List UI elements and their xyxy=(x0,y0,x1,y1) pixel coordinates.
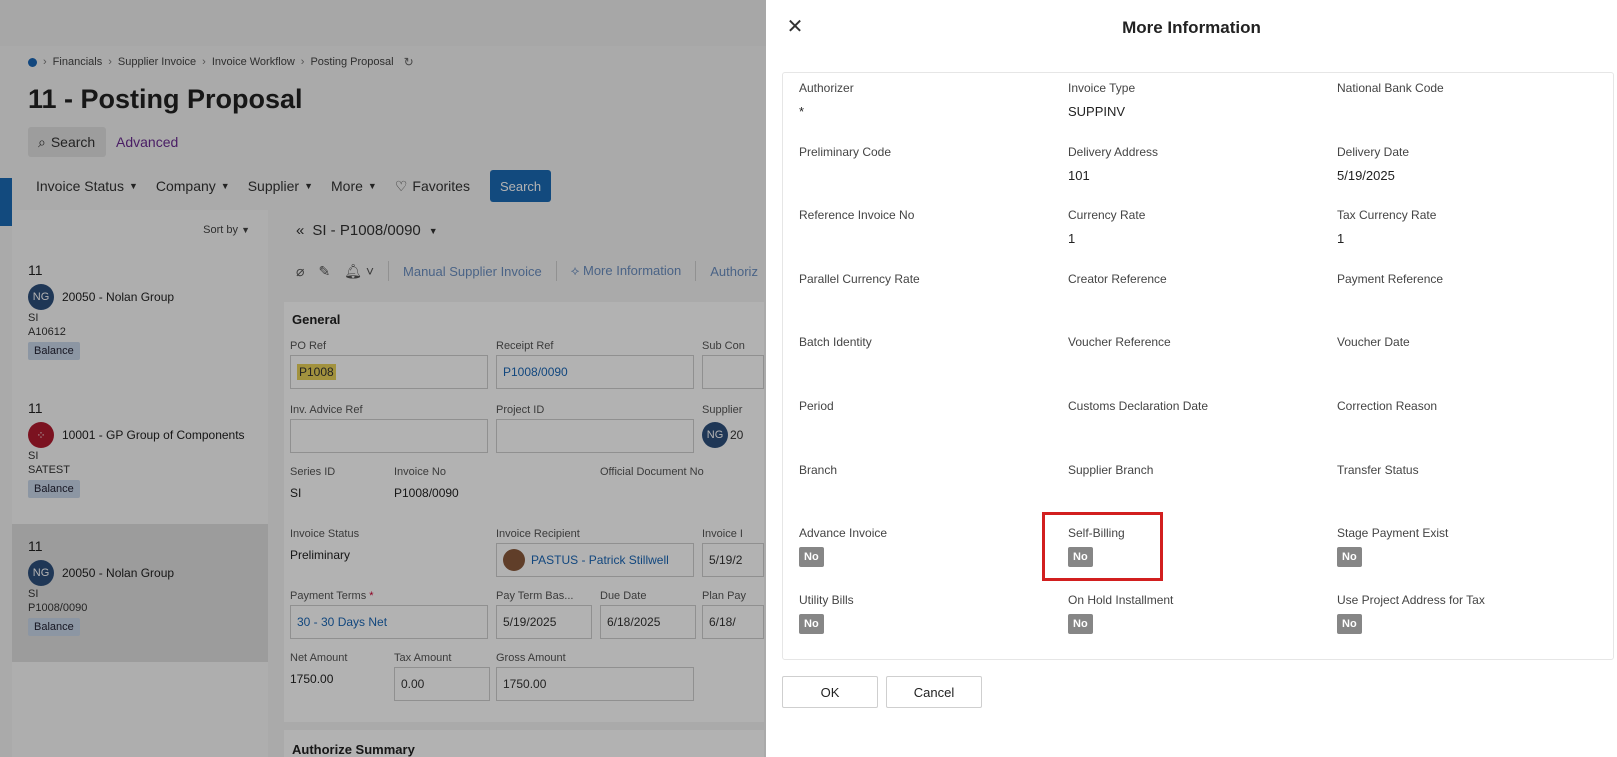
advance-invoice-field: Advance Invoice No xyxy=(799,526,1039,567)
use-project-address-badge: No xyxy=(1337,614,1362,634)
dialog-title: More Information xyxy=(1122,18,1261,37)
use-project-address-field: Use Project Address for Tax No xyxy=(1337,593,1577,634)
field-value: 1 xyxy=(1337,231,1345,246)
invoice-type-field: Invoice Type SUPPINV xyxy=(1068,81,1308,120)
cancel-button[interactable]: Cancel xyxy=(886,676,982,708)
voucher-reference-field: Voucher Reference xyxy=(1068,335,1308,374)
field-label: Advance Invoice xyxy=(799,526,888,540)
field-label: Voucher Reference xyxy=(1068,335,1171,349)
field-value xyxy=(799,231,1039,247)
field-label: Payment Reference xyxy=(1337,272,1444,286)
field-label: Utility Bills xyxy=(799,593,854,607)
field-label: Voucher Date xyxy=(1337,335,1410,349)
on-hold-installment-field: On Hold Installment No xyxy=(1068,593,1308,634)
field-label: Customs Declaration Date xyxy=(1068,399,1209,413)
self-billing-highlight-frame xyxy=(1042,512,1163,581)
ok-button[interactable]: OK xyxy=(782,676,878,708)
field-label: Stage Payment Exist xyxy=(1337,526,1449,540)
payment-reference-field: Payment Reference xyxy=(1337,272,1577,311)
field-value: * xyxy=(799,104,805,119)
field-label: Reference Invoice No xyxy=(799,208,915,222)
transfer-status-field: Transfer Status xyxy=(1337,463,1577,502)
field-label: On Hold Installment xyxy=(1068,593,1174,607)
field-value xyxy=(1337,422,1577,438)
authorizer-field: Authorizer * xyxy=(799,81,1039,120)
national-bank-code-field: National Bank Code xyxy=(1337,81,1577,120)
currency-rate-field: Currency Rate 1 xyxy=(1068,208,1308,247)
field-label: Use Project Address for Tax xyxy=(1337,593,1485,607)
field-value xyxy=(799,295,1039,311)
field-label: Parallel Currency Rate xyxy=(799,272,920,286)
field-value xyxy=(799,486,1039,502)
field-value: 5/19/2025 xyxy=(1337,168,1395,183)
field-value xyxy=(799,422,1039,438)
field-value: 1 xyxy=(1068,231,1076,246)
creator-reference-field: Creator Reference xyxy=(1068,272,1308,311)
field-label: Supplier Branch xyxy=(1068,463,1154,477)
stage-payment-exist-badge: No xyxy=(1337,547,1362,567)
more-information-dialog: ✕ More Information Authorizer * Invoice T… xyxy=(766,0,1617,757)
supplier-branch-field: Supplier Branch xyxy=(1068,463,1308,502)
on-hold-installment-badge: No xyxy=(1068,614,1093,634)
customs-declaration-date-field: Customs Declaration Date xyxy=(1068,399,1308,438)
branch-field: Branch xyxy=(799,463,1039,502)
stage-payment-exist-field: Stage Payment Exist No xyxy=(1337,526,1577,567)
field-value: SUPPINV xyxy=(1068,104,1126,119)
field-label: National Bank Code xyxy=(1337,81,1444,95)
field-label: Correction Reason xyxy=(1337,399,1438,413)
field-label: Transfer Status xyxy=(1337,463,1419,477)
field-label: Branch xyxy=(799,463,838,477)
field-label: Preliminary Code xyxy=(799,145,892,159)
field-label: Delivery Address xyxy=(1068,145,1159,159)
info-card: Authorizer * Invoice Type SUPPINV National… xyxy=(782,72,1614,660)
field-value xyxy=(1068,486,1308,502)
field-value xyxy=(1068,422,1308,438)
delivery-address-field: Delivery Address 101 xyxy=(1068,145,1308,184)
correction-reason-field: Correction Reason xyxy=(1337,399,1577,438)
field-label: Delivery Date xyxy=(1337,145,1410,159)
field-label: Creator Reference xyxy=(1068,272,1167,286)
preliminary-code-field: Preliminary Code xyxy=(799,145,1039,184)
field-value xyxy=(1337,295,1577,311)
parallel-currency-rate-field: Parallel Currency Rate xyxy=(799,272,1039,311)
field-label: Tax Currency Rate xyxy=(1337,208,1437,222)
field-value xyxy=(1337,104,1577,120)
period-field: Period xyxy=(799,399,1039,438)
field-value xyxy=(1337,358,1577,374)
field-label: Invoice Type xyxy=(1068,81,1136,95)
delivery-date-field: Delivery Date 5/19/2025 xyxy=(1337,145,1577,184)
field-value xyxy=(1068,295,1308,311)
field-value xyxy=(1068,358,1308,374)
voucher-date-field: Voucher Date xyxy=(1337,335,1577,374)
field-label: Currency Rate xyxy=(1068,208,1146,222)
field-value xyxy=(1337,486,1577,502)
field-label: Period xyxy=(799,399,834,413)
advance-invoice-badge: No xyxy=(799,547,824,567)
reference-invoice-no-field: Reference Invoice No xyxy=(799,208,1039,247)
field-value xyxy=(799,358,1039,374)
utility-bills-field: Utility Bills No xyxy=(799,593,1039,634)
tax-currency-rate-field: Tax Currency Rate 1 xyxy=(1337,208,1577,247)
field-value xyxy=(799,168,1039,184)
utility-bills-badge: No xyxy=(799,614,824,634)
batch-identity-field: Batch Identity xyxy=(799,335,1039,374)
field-value: 101 xyxy=(1068,168,1090,183)
field-label: Batch Identity xyxy=(799,335,872,349)
field-label: Authorizer xyxy=(799,81,854,95)
